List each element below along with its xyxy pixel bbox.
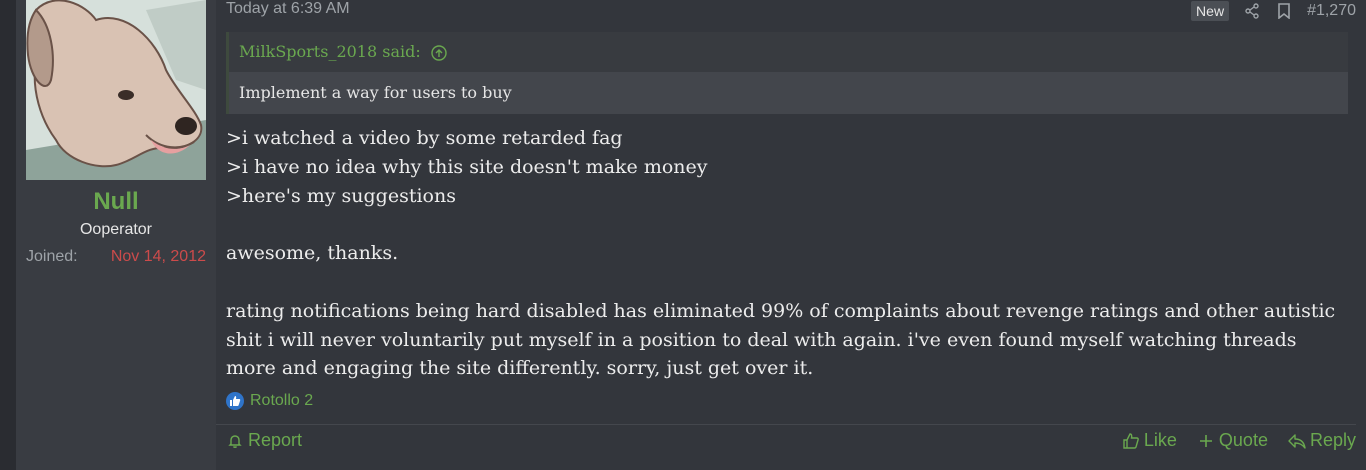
avatar-dog-image bbox=[26, 0, 206, 180]
quote-header[interactable]: MilkSports_2018 said: bbox=[229, 32, 1348, 72]
forum-post: Null Ooperator Joined: Nov 14, 2012 Toda… bbox=[16, 0, 1366, 470]
post-main: Today at 6:39 AM New #1,270 MilkSports_2… bbox=[216, 0, 1356, 470]
bell-icon bbox=[226, 432, 244, 450]
greentext-line: >here's my suggestions bbox=[226, 184, 456, 207]
username[interactable]: Null bbox=[16, 188, 216, 216]
quote-label: Quote bbox=[1218, 430, 1268, 450]
report-button[interactable]: Report bbox=[226, 430, 302, 451]
post-header-actions: New #1,270 bbox=[1191, 0, 1356, 22]
post-footer: Report Like Quote Reply bbox=[226, 430, 1356, 456]
body-paragraph: awesome, thanks. bbox=[226, 242, 399, 265]
post-body: >i watched a video by some retarded fag … bbox=[226, 124, 1348, 383]
user-sidebar: Null Ooperator Joined: Nov 14, 2012 bbox=[16, 0, 216, 470]
share-icon[interactable] bbox=[1243, 2, 1261, 20]
plus-icon bbox=[1197, 432, 1215, 450]
arrow-up-circle-icon[interactable] bbox=[430, 44, 448, 62]
like-label: Like bbox=[1143, 430, 1177, 450]
joined-label: Joined: bbox=[26, 248, 78, 265]
quote-button[interactable]: Quote bbox=[1197, 430, 1268, 451]
avatar[interactable] bbox=[26, 0, 206, 180]
like-button[interactable]: Like bbox=[1122, 430, 1177, 451]
quote-author[interactable]: MilkSports_2018 said: bbox=[239, 42, 421, 61]
reply-icon bbox=[1288, 432, 1306, 450]
quote-text: Implement a way for users to buy bbox=[229, 72, 1348, 114]
reactions-bar[interactable]: Rotollo 2 bbox=[226, 392, 313, 410]
footer-divider bbox=[216, 424, 1356, 425]
thumbs-up-icon bbox=[1122, 432, 1140, 450]
post-timestamp[interactable]: Today at 6:39 AM bbox=[226, 0, 350, 18]
reaction-summary[interactable]: Rotollo 2 bbox=[250, 392, 313, 410]
post-number[interactable]: #1,270 bbox=[1307, 2, 1356, 20]
bookmark-icon[interactable] bbox=[1275, 2, 1293, 20]
post-actions: Like Quote Reply bbox=[1122, 430, 1356, 451]
thumbs-up-icon bbox=[226, 392, 244, 410]
reply-label: Reply bbox=[1309, 430, 1356, 450]
body-paragraph: rating notifications being hard disabled… bbox=[226, 299, 1336, 380]
quote-block: MilkSports_2018 said: Implement a way fo… bbox=[226, 32, 1348, 114]
report-label: Report bbox=[248, 430, 303, 450]
greentext-line: >i have no idea why this site doesn't ma… bbox=[226, 155, 708, 178]
greentext-line: >i watched a video by some retarded fag bbox=[226, 127, 623, 149]
reply-button[interactable]: Reply bbox=[1288, 430, 1356, 451]
user-title: Ooperator bbox=[79, 221, 153, 238]
joined-date: Nov 14, 2012 bbox=[110, 248, 206, 265]
new-badge: New bbox=[1191, 1, 1230, 21]
